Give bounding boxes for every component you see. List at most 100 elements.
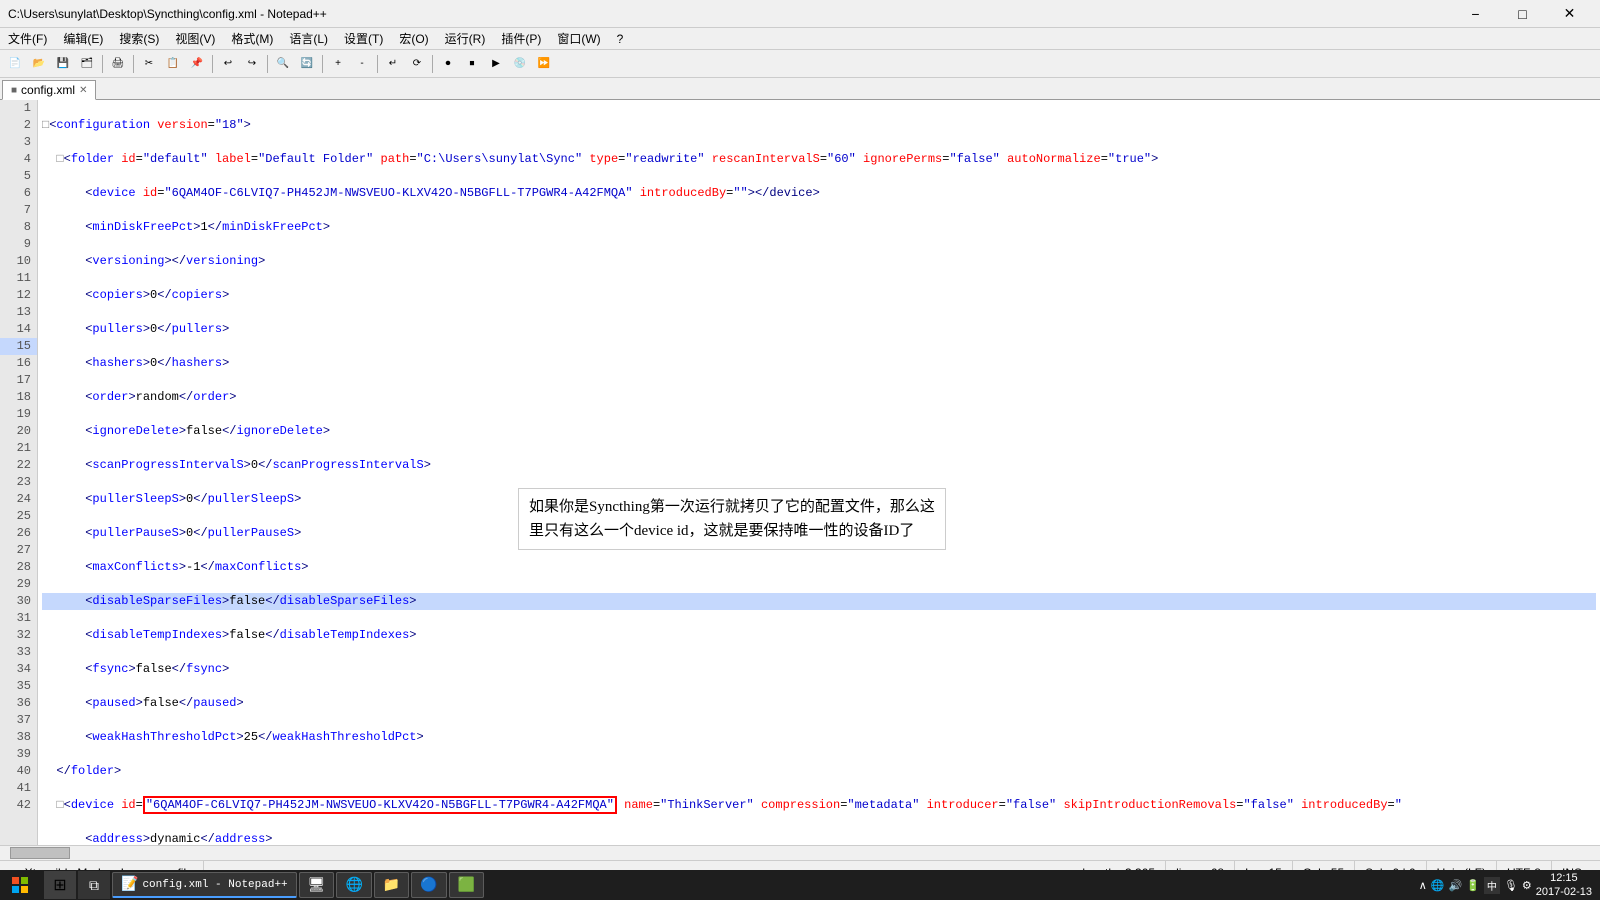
window-title: C:\Users\sunylat\Desktop\Syncthing\confi… [8,7,327,21]
line-num-13: 13 [0,304,37,321]
macro-rec-btn[interactable]: ⏺ [437,53,459,75]
toolbar: 📄 📂 💾 🗂 🖨 ✂ 📋 📌 ↩ ↪ 🔍 🔄 + - ↵ ⟳ ⏺ ⏹ ▶ 💿 … [0,50,1600,78]
horizontal-scrollbar[interactable] [0,845,1600,860]
wrap-btn[interactable]: ↵ [382,53,404,75]
line-15: <disableSparseFiles>false</disableSparse… [42,593,1596,610]
sync-btn[interactable]: ⟳ [406,53,428,75]
taskbar: ⊞ ⧉ 📝 config.xml - Notepad++ 🖥 🌐 📁 🔵 🟩 ∧… [0,870,1600,900]
line-20: </folder> [42,763,1596,780]
tab-bar: ■ config.xml ✕ [0,78,1600,100]
line-num-11: 11 [0,270,37,287]
line-num-19: 19 [0,406,37,423]
line-3: <device id="6QAM4OF-C6LVIQ7-PH452JM-NWSV… [42,185,1596,202]
redo-btn[interactable]: ↪ [241,53,263,75]
line-numbers: 1 2 3 4 5 6 7 8 9 10 11 12 13 14 15 16 1… [0,100,38,845]
line-11: <scanProgressIntervalS>0</scanProgressIn… [42,457,1596,474]
close-button[interactable]: ✕ [1547,0,1592,28]
maximize-button[interactable]: □ [1500,0,1545,28]
tab-config-xml[interactable]: ■ config.xml ✕ [2,80,96,100]
menu-plugins[interactable]: 插件(P) [493,28,549,49]
taskbar-app-3[interactable]: 🌐 [336,872,371,898]
sep5 [322,55,323,73]
clock[interactable]: 12:15 2017-02-13 [1536,871,1592,900]
sep6 [377,55,378,73]
editor: 1 2 3 4 5 6 7 8 9 10 11 12 13 14 15 16 1… [0,100,1600,845]
run-macro-btn[interactable]: ⏩ [533,53,555,75]
line-num-38: 38 [0,729,37,746]
sep4 [267,55,268,73]
annotation-line1: 如果你是Syncthing第一次运行就拷贝了它的配置文件，那么这 [529,495,935,519]
new-btn[interactable]: 📄 [4,53,26,75]
open-btn[interactable]: 📂 [28,53,50,75]
menu-edit[interactable]: 编辑(E) [55,28,111,49]
taskbar-app-4[interactable]: 📁 [374,872,409,898]
scrollbar-thumb[interactable] [10,847,70,859]
line-num-32: 32 [0,627,37,644]
code-content: □<configuration version="18"> □<folder i… [38,100,1600,845]
taskbar-btn-2[interactable]: ⧉ [78,871,110,899]
zoom-out-btn[interactable]: - [351,53,373,75]
taskbar-btn-1[interactable]: ⊞ [44,871,76,899]
line-num-9: 9 [0,236,37,253]
find-btn[interactable]: 🔍 [272,53,294,75]
system-tray: ∧ 🌐 🔊 🔋 中 🎙 ⚙ 12:15 2017-02-13 [1411,871,1600,900]
menu-window[interactable]: 窗口(W) [549,28,608,49]
taskbar-app-5[interactable]: 🔵 [411,872,446,898]
line-num-18: 18 [0,389,37,406]
macro-stop-btn[interactable]: ⏹ [461,53,483,75]
tab-close-icon[interactable]: ✕ [79,85,87,96]
taskbar-app-label: config.xml - Notepad++ [142,879,287,891]
line-7: <pullers>0</pullers> [42,321,1596,338]
line-num-33: 33 [0,644,37,661]
paste-btn[interactable]: 📌 [186,53,208,75]
taskbar-app-6[interactable]: 🟩 [449,872,484,898]
menu-view[interactable]: 视图(V) [167,28,223,49]
menu-run[interactable]: 运行(R) [437,28,494,49]
taskbar-notepadpp[interactable]: 📝 config.xml - Notepad++ [112,872,297,898]
tray-expand[interactable]: ∧ [1419,879,1427,892]
menu-file[interactable]: 文件(F) [0,28,55,49]
save-btn[interactable]: 💾 [52,53,74,75]
sep3 [212,55,213,73]
line-9: <order>random</order> [42,389,1596,406]
line-num-31: 31 [0,610,37,627]
taskbar-app-2[interactable]: 🖥 [299,872,335,898]
copy-btn[interactable]: 📋 [162,53,184,75]
date-display: 2017-02-13 [1536,885,1592,899]
line-num-27: 27 [0,542,37,559]
line-num-23: 23 [0,474,37,491]
menu-format[interactable]: 格式(M) [223,28,281,49]
line-num-24: 24 [0,491,37,508]
line-num-42: 42 [0,797,37,814]
cut-btn[interactable]: ✂ [138,53,160,75]
sep2 [133,55,134,73]
menu-language[interactable]: 语言(L) [281,28,336,49]
line-14: <maxConflicts>-1</maxConflicts> [42,559,1596,576]
line-1: □<configuration version="18"> [42,117,1596,134]
app3-icon: 🌐 [345,877,362,894]
app6-icon: 🟩 [458,877,475,894]
menu-settings[interactable]: 设置(T) [336,28,391,49]
menu-help[interactable]: ? [609,30,632,48]
menu-bar: 文件(F) 编辑(E) 搜索(S) 视图(V) 格式(M) 语言(L) 设置(T… [0,28,1600,50]
macro-play-btn[interactable]: ▶ [485,53,507,75]
sep1 [102,55,103,73]
line-num-30: 30 [0,593,37,610]
print-btn[interactable]: 🖨 [107,53,129,75]
minimize-button[interactable]: − [1453,0,1498,28]
line-num-16: 16 [0,355,37,372]
macro-save-btn[interactable]: 💿 [509,53,531,75]
taskbar-search-icon: ⊞ [53,875,66,895]
line-num-2: 2 [0,117,37,134]
menu-search[interactable]: 搜索(S) [111,28,167,49]
line-num-25: 25 [0,508,37,525]
app2-icon: 🖥 [308,877,326,894]
zoom-in-btn[interactable]: + [327,53,349,75]
undo-btn[interactable]: ↩ [217,53,239,75]
replace-btn[interactable]: 🔄 [296,53,318,75]
menu-macro[interactable]: 宏(O) [391,28,436,49]
save-all-btn[interactable]: 🗂 [76,53,98,75]
tray-mic: 🎙 [1504,879,1518,892]
start-button[interactable] [0,870,40,900]
code-area[interactable]: □<configuration version="18"> □<folder i… [38,100,1600,845]
